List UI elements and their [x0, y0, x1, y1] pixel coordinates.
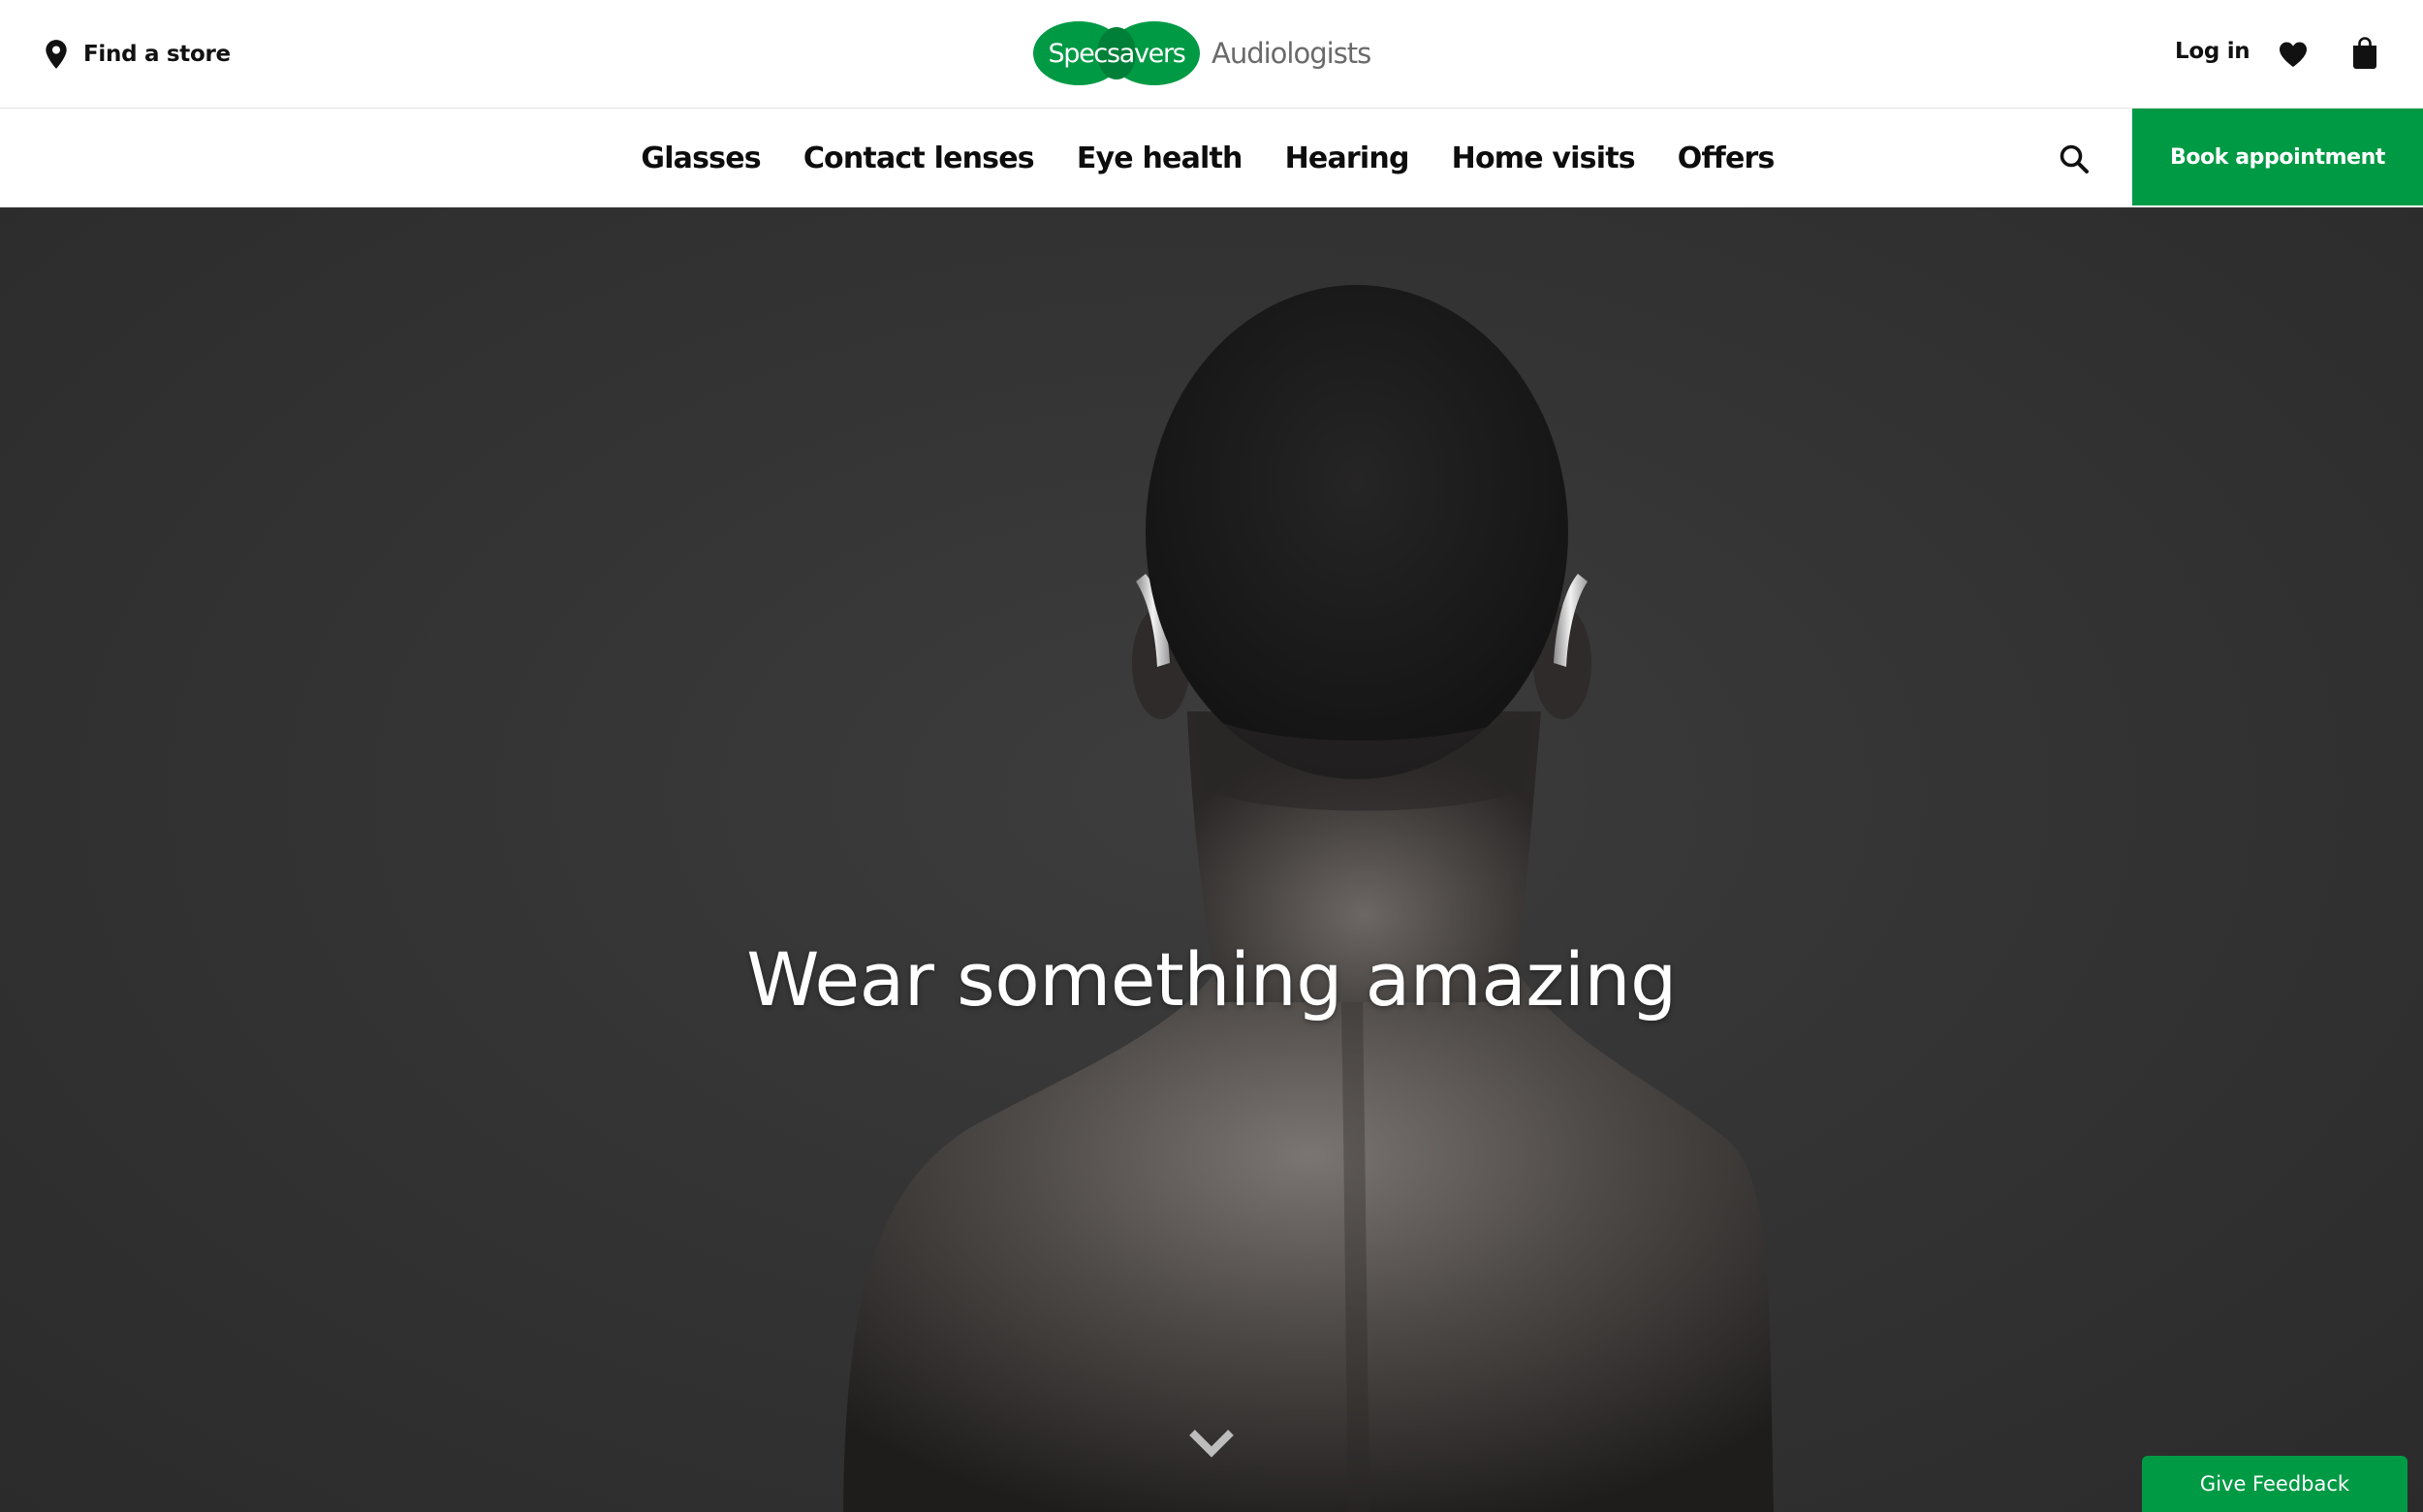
find-store-link[interactable]: Find a store — [43, 39, 231, 70]
find-store-label: Find a store — [83, 42, 231, 67]
nav-item-offers[interactable]: Offers — [1678, 142, 1776, 175]
location-pin-icon — [46, 40, 67, 69]
hero-title: Wear something amazing — [746, 936, 1677, 1023]
hero-image — [843, 285, 1774, 1512]
wishlist-button[interactable] — [2278, 41, 2309, 68]
give-feedback-button[interactable]: Give Feedback — [2142, 1456, 2407, 1512]
logo-brand-text: Specsavers — [1048, 38, 1185, 69]
top-bar: Find a store Specsavers Audiologists Log… — [0, 0, 2423, 109]
shopping-bag-icon — [2353, 37, 2376, 69]
search-button[interactable] — [2059, 143, 2090, 174]
heart-icon — [2280, 42, 2307, 67]
hero-banner: Wear something amazing — [0, 207, 2423, 1512]
logo-sub-text: Audiologists — [1212, 37, 1371, 70]
scroll-down-button[interactable] — [1187, 1427, 1236, 1460]
nav-item-eye-health[interactable]: Eye health — [1077, 142, 1243, 175]
login-link[interactable]: Log in — [2175, 39, 2250, 64]
nav-item-contact-lenses[interactable]: Contact lenses — [803, 142, 1035, 175]
chevron-down-icon — [1189, 1430, 1234, 1458]
basket-button[interactable] — [2351, 37, 2378, 70]
nav-item-home-visits[interactable]: Home visits — [1452, 142, 1636, 175]
specsavers-logo-mark: Specsavers — [1033, 21, 1200, 85]
nav-item-glasses[interactable]: Glasses — [641, 142, 761, 175]
search-icon — [2060, 144, 2089, 173]
book-appointment-button[interactable]: Book appointment — [2132, 109, 2423, 205]
specsavers-audiologists-logo[interactable]: Specsavers Audiologists — [1033, 21, 1371, 85]
main-navigation: Glasses Contact lenses Eye health Hearin… — [0, 109, 2423, 207]
nav-item-hearing[interactable]: Hearing — [1285, 142, 1410, 175]
